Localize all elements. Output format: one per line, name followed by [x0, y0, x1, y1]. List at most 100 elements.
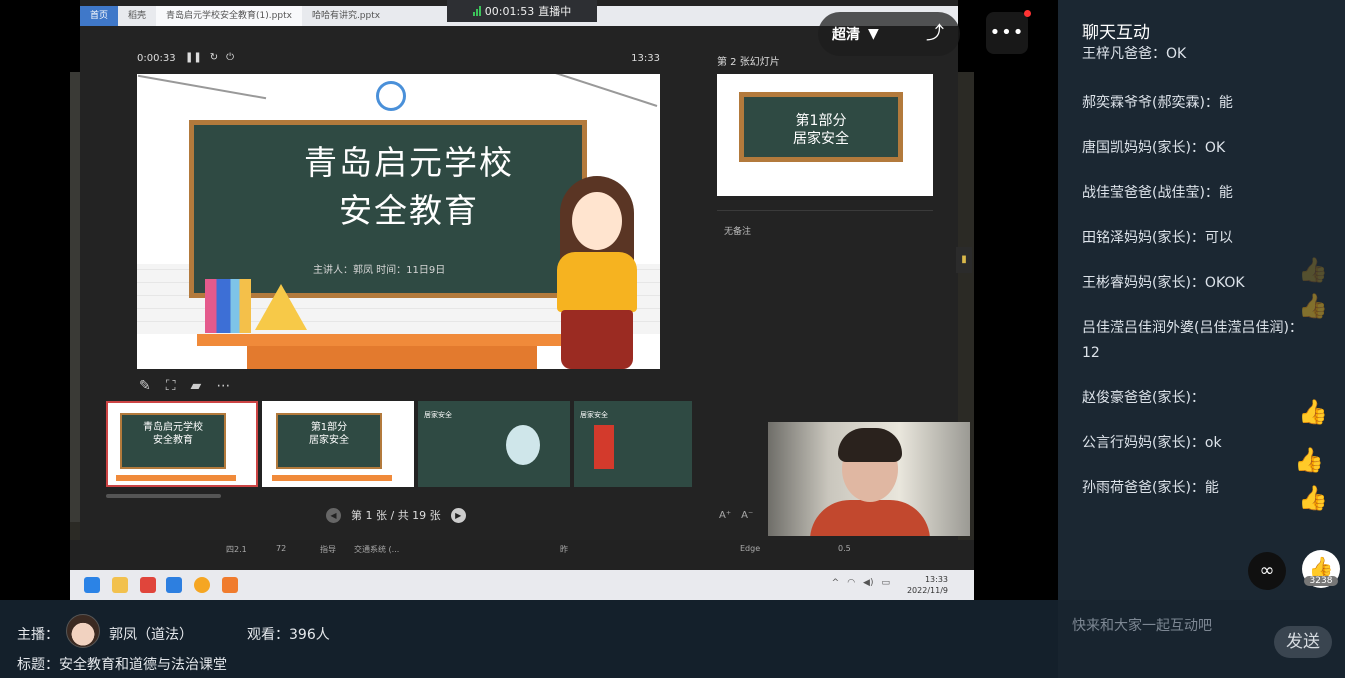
more-icon[interactable]: ⋯: [216, 378, 230, 394]
chat-title: 聊天互动: [1082, 23, 1150, 43]
desktop-text: 昨: [560, 545, 568, 554]
quality-label: 超清: [832, 27, 860, 43]
thumbnail-slide-2[interactable]: 第1部分 居家安全: [262, 401, 414, 487]
desktop-text: 72: [276, 544, 287, 553]
next-slide-line2: 居家安全: [793, 131, 849, 147]
teacher-face: [572, 192, 622, 250]
quality-select[interactable]: 超清 ▼: [818, 24, 879, 44]
viewer-count: 观看：396人: [247, 627, 330, 643]
stream-title: 标题：安全教育和道德与法治课堂: [17, 654, 227, 674]
slide-pager: ◀ 第 1 张 / 共 19 张 ▶: [326, 507, 466, 523]
player-controls: 超清 ▼ ⤴: [818, 12, 960, 56]
thumbs-up-icon: 👍: [1294, 446, 1324, 474]
bunting-right: [539, 74, 658, 107]
pause-icon[interactable]: ❚❚: [185, 52, 202, 63]
side-panel-handle[interactable]: ▮: [956, 247, 972, 273]
tab-other-pptx[interactable]: 哈哈有讲究.pptx: [302, 6, 390, 26]
chat-message: 孙雨荷爸爸(家长)：能: [1082, 480, 1219, 496]
screenshot-icon[interactable]: ⛶: [166, 378, 176, 394]
desk-front: [247, 346, 537, 369]
font-increase-icon[interactable]: A⁺: [719, 510, 731, 521]
slide-thumbnails: 青岛启元学校 安全教育 第1部分 居家安全 居家安全 居家安全: [106, 401, 692, 487]
power-icon[interactable]: ⏻: [226, 52, 234, 63]
ruler-icon: [255, 284, 307, 330]
slide-tool-row: ✎ ⛶ ▰ ⋯: [139, 378, 230, 394]
thumbnail-figure: [594, 425, 614, 469]
stream-title-label: 标题：: [17, 657, 59, 673]
speaker-notes: 无备注: [724, 227, 752, 237]
timer-controls: ❚❚ ↻ ⏻: [185, 52, 234, 63]
tab-docer[interactable]: 稻壳: [118, 6, 156, 26]
slide-title-line1: 青岛启元学校: [304, 143, 514, 182]
next-slide-text: 第1部分 居家安全: [739, 112, 903, 148]
thumbnail-slide-4[interactable]: 居家安全: [574, 401, 692, 487]
volume-icon[interactable]: ◀): [863, 578, 873, 588]
tab-safety-pptx[interactable]: 青岛启元学校安全教育(1).pptx: [156, 6, 302, 26]
browser-icon[interactable]: [194, 577, 210, 593]
chat-message: 唐国凯妈妈(家长)：OK: [1082, 140, 1226, 156]
teacher-shirt: [557, 252, 637, 312]
desktop-bottom-strip: 四2.1 72 指导 交通系统 (... 昨 Edge 0.5: [70, 540, 974, 570]
page-indicator: 第 1 张 / 共 19 张: [351, 509, 441, 522]
desktop-text: 交通系统 (...: [354, 545, 400, 554]
notification-dot: [1024, 10, 1031, 17]
rotate-screen-icon[interactable]: ⤴: [922, 21, 948, 47]
chat-message: 赵俊豪爸爸(家长)：: [1082, 390, 1205, 406]
thumbnail-label: 第1部分 居家安全: [309, 422, 349, 446]
current-slide: 青岛启元学校 安全教育 主讲人：郭凤 时间：11日9日: [137, 74, 660, 369]
chat-input[interactable]: [1072, 615, 1262, 637]
ppt-icon[interactable]: [222, 577, 238, 593]
wifi-icon[interactable]: ◠: [847, 578, 855, 588]
avatar[interactable]: [66, 614, 100, 648]
font-decrease-icon[interactable]: A⁻: [741, 510, 753, 521]
battery-icon[interactable]: ▭: [881, 578, 890, 588]
link-icon[interactable]: ∞: [1248, 552, 1286, 590]
books-icon: [205, 279, 251, 333]
live-status-badge: 00:01:53 直播中: [447, 0, 597, 22]
shared-screen: 首页 稻壳 青岛启元学校安全教育(1).pptx 哈哈有讲究.pptx 00:0…: [0, 0, 1058, 600]
thumbs-up-icon: 👍: [1298, 484, 1328, 512]
folder-icon[interactable]: [112, 577, 128, 593]
start-icon[interactable]: [84, 577, 100, 593]
next-slide-button[interactable]: ▶: [450, 507, 466, 523]
host-label: 主播：: [17, 627, 59, 643]
pen-icon[interactable]: ✎: [139, 378, 151, 394]
host-name: 郭凤（道法）: [109, 627, 193, 643]
send-button[interactable]: 发送: [1274, 626, 1332, 658]
chat-input-bar: 发送: [1058, 600, 1345, 678]
stream-title-text: 安全教育和道德与法治课堂: [59, 657, 227, 673]
thumbnail-desk: [116, 475, 236, 481]
prev-slide-button[interactable]: ◀: [326, 507, 341, 523]
chat-message: 战佳莹爸爸(战佳莹)：能: [1082, 185, 1233, 201]
wps-icon[interactable]: [140, 577, 156, 593]
thumbnail-scrollbar[interactable]: [106, 494, 221, 498]
live-status-text: 直播中: [538, 5, 572, 18]
thumbnail-figure: [506, 425, 540, 465]
caret-down-icon: ▼: [868, 26, 879, 42]
signal-icon: [472, 6, 481, 16]
thumbs-up-icon: 👍: [1298, 256, 1328, 284]
host-hair: [838, 428, 902, 462]
thumbnail-slide-3[interactable]: 居家安全: [418, 401, 570, 487]
thumbnail-label: 居家安全: [424, 411, 452, 419]
tab-home[interactable]: 首页: [80, 6, 119, 26]
thumbnail-label: 居家安全: [580, 411, 608, 419]
chat-panel: 聊天互动 王梓凡爸爸：OK 郝奕霖爷爷(郝奕霖)：能 唐国凯妈妈(家长)：OK …: [1058, 0, 1345, 600]
host-camera-view: [768, 422, 970, 536]
thumbnail-desk: [272, 475, 392, 481]
taskbar-clock[interactable]: 13:33 2022/11/9: [907, 574, 948, 596]
camera-icon[interactable]: ▰: [191, 378, 202, 394]
thumbnail-slide-1[interactable]: 青岛启元学校 安全教育: [106, 401, 258, 487]
app-icon[interactable]: [166, 577, 182, 593]
bunting-left: [137, 74, 267, 100]
refresh-icon[interactable]: ↻: [210, 52, 218, 63]
thumbs-up-icon: 👍: [1298, 398, 1328, 426]
next-slide-preview: 第1部分 居家安全: [717, 74, 933, 196]
more-options-button[interactable]: •••: [986, 12, 1028, 54]
teacher-skirt: [561, 310, 633, 369]
chat-message: 郝奕霖爷爷(郝奕霖)：能: [1082, 95, 1233, 111]
chat-message: 王彬睿妈妈(家长)：OKOK: [1082, 275, 1245, 291]
notes-divider: [717, 210, 933, 211]
desktop-text: 指导: [320, 545, 336, 554]
chevron-up-icon[interactable]: ^: [832, 578, 840, 588]
